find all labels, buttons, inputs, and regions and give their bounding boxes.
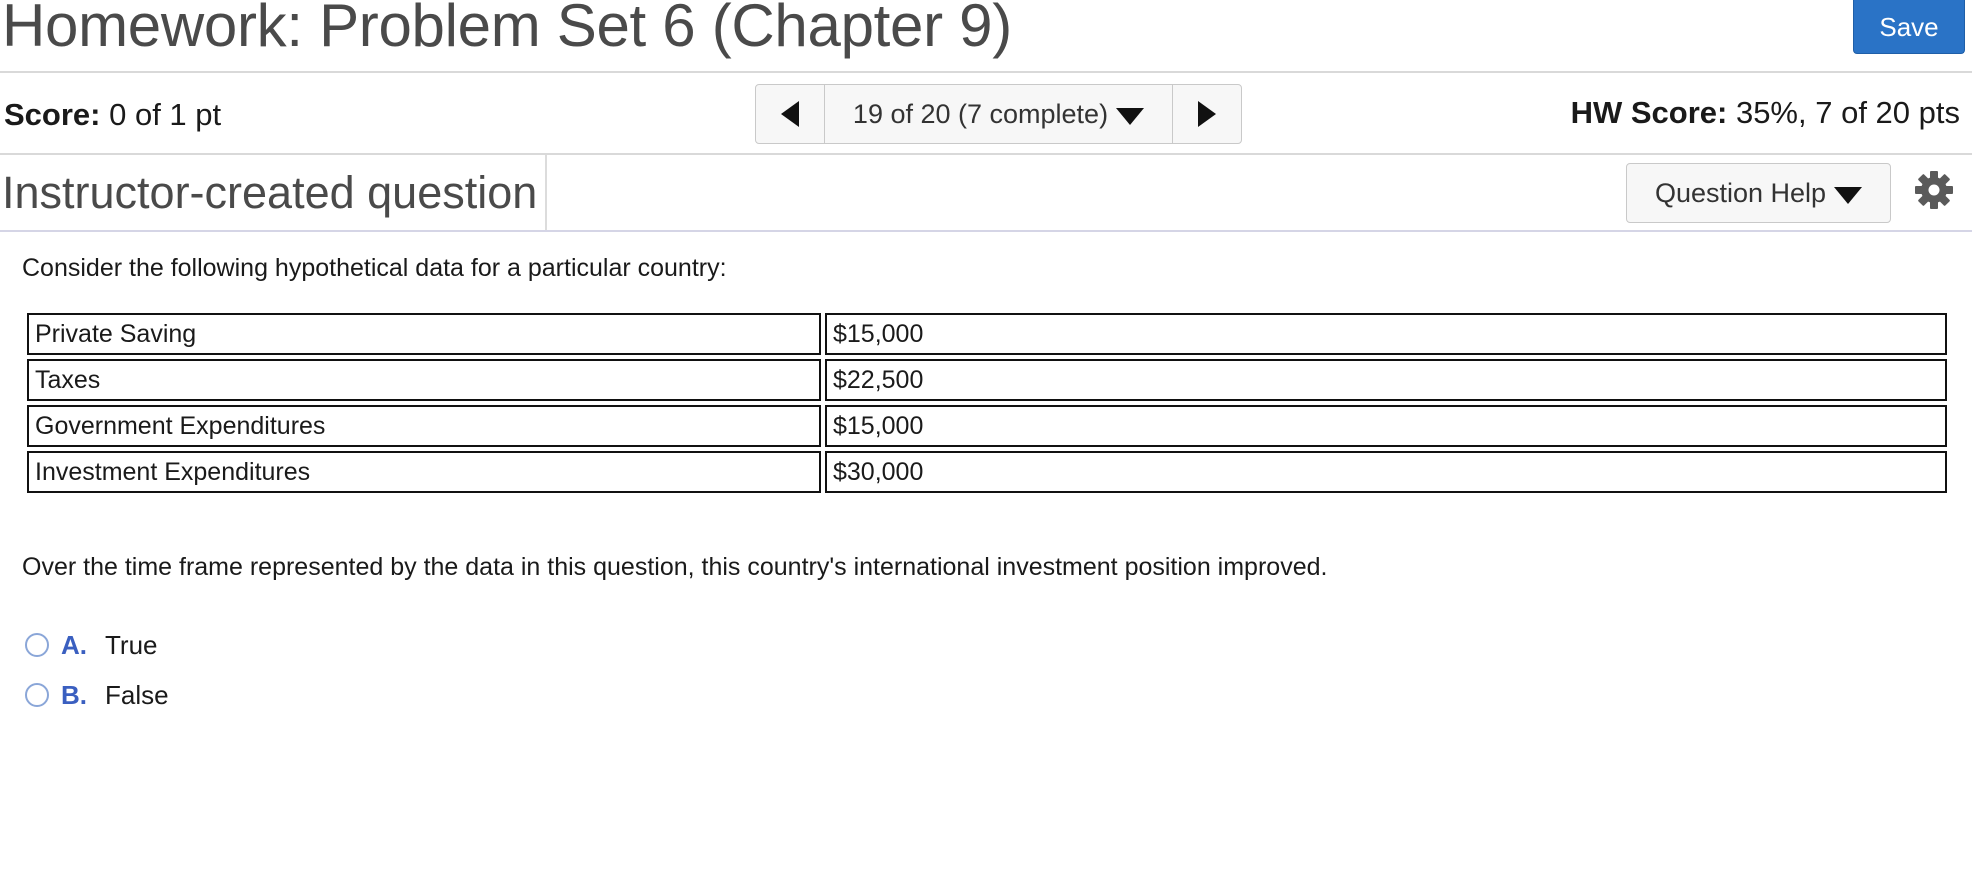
hw-score-label: HW Score: bbox=[1570, 95, 1728, 130]
row-value: $15,000 bbox=[825, 313, 1947, 355]
row-label: Taxes bbox=[27, 359, 821, 401]
row-label: Government Expenditures bbox=[27, 405, 821, 447]
question-help-button[interactable]: Question Help bbox=[1626, 163, 1891, 223]
title-bar: Homework: Problem Set 6 (Chapter 9) Save bbox=[0, 0, 1972, 73]
caret-down-icon bbox=[1116, 107, 1145, 125]
header-divider bbox=[545, 155, 547, 230]
caret-down-icon bbox=[1834, 186, 1863, 204]
table-row: Private Saving $15,000 bbox=[27, 313, 1947, 355]
score-bar: Score: 0 of 1 pt 19 of 20 (7 complete) H… bbox=[0, 73, 1972, 155]
data-table: Private Saving $15,000 Taxes $22,500 Gov… bbox=[23, 309, 1951, 497]
table-row: Government Expenditures $15,000 bbox=[27, 405, 1947, 447]
choice-text: True bbox=[105, 629, 158, 660]
hw-score-value: 35%, 7 of 20 pts bbox=[1735, 95, 1960, 130]
question-select[interactable]: 19 of 20 (7 complete) bbox=[825, 85, 1172, 143]
gear-icon[interactable] bbox=[1914, 170, 1954, 210]
page-title: Homework: Problem Set 6 (Chapter 9) bbox=[2, 0, 1012, 59]
radio-button-b[interactable] bbox=[25, 683, 49, 707]
triangle-left-icon bbox=[781, 101, 799, 127]
score: Score: 0 of 1 pt bbox=[4, 95, 221, 135]
question-navigator: 19 of 20 (7 complete) bbox=[755, 84, 1242, 144]
question-type: Instructor-created question bbox=[2, 167, 538, 218]
choice-letter: B. bbox=[61, 679, 87, 710]
table-row: Taxes $22,500 bbox=[27, 359, 1947, 401]
question-statement: Over the time frame represented by the d… bbox=[22, 553, 1328, 581]
radio-button-a[interactable] bbox=[25, 633, 49, 657]
row-value: $30,000 bbox=[825, 451, 1947, 493]
question-help-label: Question Help bbox=[1654, 177, 1827, 208]
previous-question-button[interactable] bbox=[756, 85, 825, 143]
score-label: Score: bbox=[4, 97, 101, 132]
question-select-label: 19 of 20 (7 complete) bbox=[852, 98, 1109, 129]
choice-a[interactable]: A. True bbox=[25, 627, 158, 663]
row-value: $22,500 bbox=[825, 359, 1947, 401]
question-prompt: Consider the following hypothetical data… bbox=[22, 254, 727, 282]
hw-score: HW Score: 35%, 7 of 20 pts bbox=[1571, 93, 1960, 133]
row-value: $15,000 bbox=[825, 405, 1947, 447]
triangle-right-icon bbox=[1198, 101, 1216, 127]
question-header: Instructor-created question Question Hel… bbox=[0, 155, 1972, 232]
save-button[interactable]: Save bbox=[1853, 0, 1965, 54]
score-value: 0 of 1 pt bbox=[109, 97, 222, 132]
choice-letter: A. bbox=[61, 629, 87, 660]
table-row: Investment Expenditures $30,000 bbox=[27, 451, 1947, 493]
row-label: Investment Expenditures bbox=[27, 451, 821, 493]
next-question-button[interactable] bbox=[1172, 85, 1241, 143]
choice-b[interactable]: B. False bbox=[25, 677, 169, 713]
row-label: Private Saving bbox=[27, 313, 821, 355]
choice-text: False bbox=[105, 679, 169, 710]
